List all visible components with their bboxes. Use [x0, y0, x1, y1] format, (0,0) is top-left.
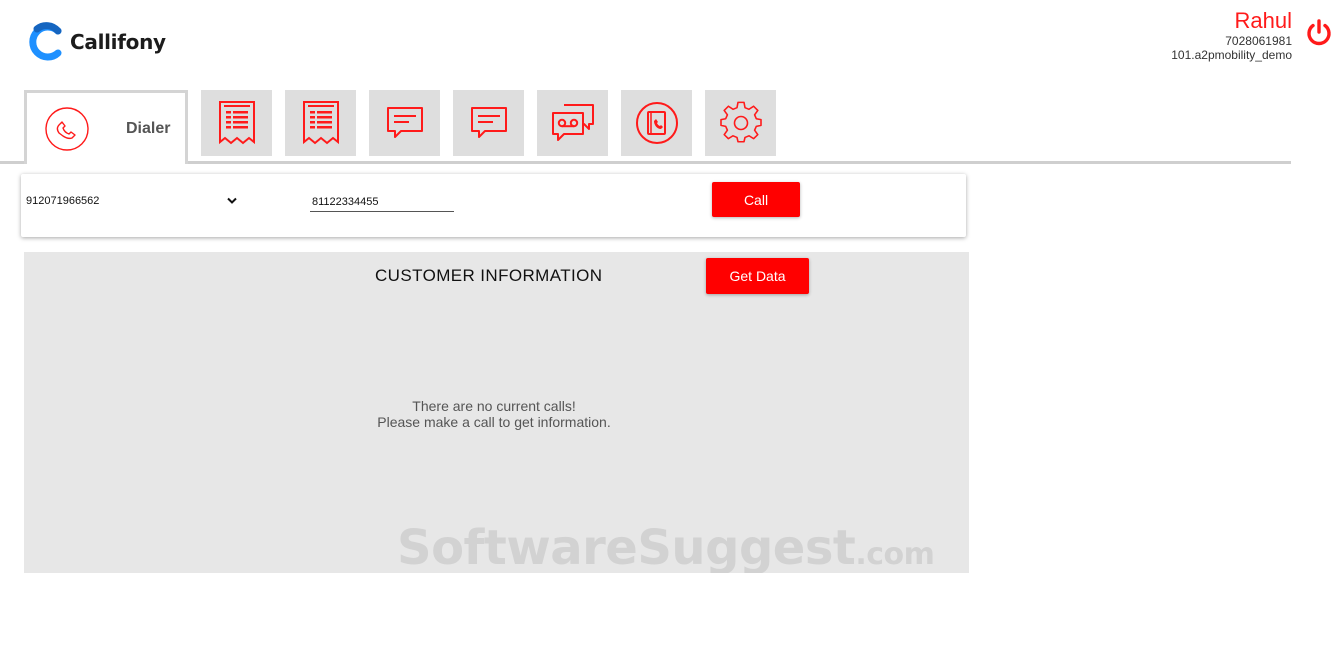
callifony-logo-icon	[29, 22, 62, 61]
receipt-icon	[218, 101, 255, 145]
customer-info-title: CUSTOMER INFORMATION	[375, 266, 603, 285]
tab-bar: Dialer	[0, 90, 1291, 164]
call-button[interactable]: Call	[712, 182, 800, 217]
brand-name: Callifony	[70, 30, 166, 54]
no-calls-message: There are no current calls! Please make …	[24, 398, 964, 430]
watermark-text: SoftwareSuggest	[397, 520, 856, 573]
caller-id-value: 912071966562	[26, 195, 100, 207]
user-name: Rahul	[1234, 8, 1292, 33]
voicemail-chat-icon	[551, 104, 594, 141]
tab-messages[interactable]	[369, 90, 440, 156]
phone-number-input[interactable]	[310, 193, 454, 212]
watermark: SoftwareSuggest.com	[397, 520, 935, 573]
watermark-suffix: .com	[855, 537, 935, 572]
no-calls-line-1: There are no current calls!	[412, 398, 576, 414]
receipt-icon	[302, 101, 339, 145]
gear-icon	[719, 101, 762, 143]
tab-reports[interactable]	[201, 90, 272, 156]
get-data-button[interactable]: Get Data	[706, 258, 809, 294]
tab-settings[interactable]	[705, 90, 776, 156]
chat-message-icon	[386, 107, 423, 138]
customer-info-panel: CUSTOMER INFORMATION Get Data There are …	[24, 252, 969, 573]
no-calls-line-2: Please make a call to get information.	[377, 414, 611, 430]
user-info: Rahul 7028061981 101.a2pmobility_demo	[1171, 8, 1292, 62]
caller-id-select[interactable]: 912071966562	[26, 193, 237, 211]
chat-message-icon	[470, 107, 507, 138]
tab-reports-2[interactable]	[285, 90, 356, 156]
user-phone: 7028061981	[1225, 34, 1292, 48]
phone-icon	[45, 106, 89, 151]
user-account: 101.a2pmobility_demo	[1171, 48, 1292, 62]
power-icon	[1307, 19, 1331, 46]
tab-dialer-label: Dialer	[126, 119, 171, 137]
app-logo: Callifony	[27, 22, 166, 62]
phonebook-icon	[635, 102, 678, 144]
tab-phonebook[interactable]	[621, 90, 692, 156]
tab-dialer[interactable]: Dialer	[24, 90, 188, 164]
tab-voicemail[interactable]	[537, 90, 608, 156]
dialer-card: 912071966562 Call	[21, 174, 966, 237]
chevron-down-icon	[227, 197, 237, 204]
tab-messages-2[interactable]	[453, 90, 524, 156]
logout-button[interactable]	[1304, 18, 1334, 48]
